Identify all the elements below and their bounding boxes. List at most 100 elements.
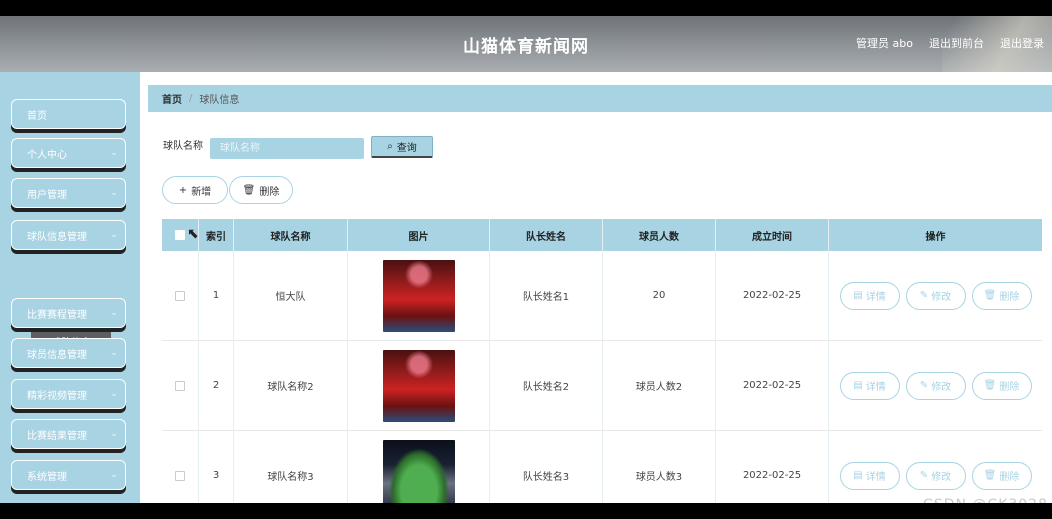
trash-icon: 🗑: [242, 184, 256, 196]
search-label: 球队名称: [163, 141, 203, 152]
row-players: 球员人数2: [603, 341, 716, 430]
sidebar-item-label: 精彩视频管理: [27, 390, 87, 402]
row-index: 2: [199, 341, 234, 430]
row-image-cell: [348, 341, 490, 430]
add-button[interactable]: + 新增: [162, 176, 228, 204]
sidebar: 首页 个人中心 ⌄ 用户管理 ⌄ 球队信息管理 ⌄ 球队信息 比赛赛程管理 ⌄ …: [0, 72, 140, 503]
sidebar-item-label: 球员信息管理: [27, 349, 87, 361]
sidebar-item-system-management[interactable]: 系统管理 ⌄: [11, 460, 126, 490]
header-players: 球员人数: [603, 219, 716, 251]
document-icon: ▤: [853, 380, 863, 391]
detail-label: 详情: [865, 382, 886, 393]
row-founded: 2022-02-25: [716, 251, 829, 340]
row-delete-button[interactable]: 🗑 删除: [971, 281, 1032, 310]
edit-icon: ✎: [919, 380, 929, 391]
chevron-down-icon: ⌄: [110, 348, 118, 358]
sidebar-item-player-info[interactable]: 球员信息管理 ⌄: [11, 338, 126, 368]
team-table: 索引 球队名称 图片 队长姓名 球员人数 成立时间 操作 1 恒大队 队长姓名1…: [162, 219, 1042, 519]
sidebar-item-match-results[interactable]: 比赛结果管理 ⌄: [11, 419, 126, 449]
logout-link[interactable]: 退出登录: [1000, 35, 1044, 51]
edit-button[interactable]: ✎ 修改: [905, 281, 966, 310]
edit-button[interactable]: ✎ 修改: [905, 461, 966, 490]
edit-label: 修改: [931, 472, 952, 483]
chevron-down-icon: ⌄: [110, 429, 118, 439]
sidebar-item-personal-center[interactable]: 个人中心 ⌄: [11, 138, 126, 168]
row-image-cell: [348, 251, 490, 340]
chevron-down-icon: ⌄: [110, 230, 118, 240]
row-captain: 队长姓名2: [490, 341, 603, 430]
sidebar-item-match-schedule[interactable]: 比赛赛程管理 ⌄: [11, 298, 126, 328]
row-index: 1: [199, 251, 234, 340]
detail-label: 详情: [865, 472, 886, 483]
delete-button-label: 删除: [259, 186, 280, 198]
select-all-checkbox[interactable]: [175, 230, 185, 240]
header-team-name: 球队名称: [234, 219, 348, 251]
delete-label: 删除: [999, 472, 1020, 483]
chevron-down-icon: ⌄: [110, 389, 118, 399]
edit-icon: ✎: [919, 470, 929, 481]
row-founded: 2022-02-25: [716, 341, 829, 430]
search-input[interactable]: [210, 138, 364, 159]
row-checkbox[interactable]: [175, 380, 185, 391]
breadcrumb-current: 球队信息: [199, 95, 240, 106]
chevron-down-icon: ⌄: [110, 470, 118, 480]
detail-button[interactable]: ▤ 详情: [839, 461, 900, 490]
row-actions: ▤ 详情 ✎ 修改 🗑 删除: [829, 251, 1042, 340]
breadcrumb-separator: /: [189, 93, 193, 104]
sidebar-item-label: 球队信息管理: [27, 231, 87, 243]
breadcrumb-home[interactable]: 首页: [162, 91, 182, 106]
header-image: 图片: [348, 219, 490, 251]
edit-label: 修改: [931, 382, 952, 393]
delete-button[interactable]: 🗑 删除: [229, 176, 293, 204]
table-header: 索引 球队名称 图片 队长姓名 球员人数 成立时间 操作: [162, 219, 1042, 251]
sidebar-item-label: 比赛赛程管理: [27, 309, 87, 321]
edit-icon: ✎: [919, 290, 929, 301]
edit-label: 修改: [931, 292, 952, 303]
header-founded: 成立时间: [716, 219, 829, 251]
sidebar-item-user-management[interactable]: 用户管理 ⌄: [11, 178, 126, 208]
chevron-down-icon: ⌄: [110, 308, 118, 318]
row-players: 20: [603, 251, 716, 340]
breadcrumb: 首页 / 球队信息: [148, 85, 1052, 112]
team-image[interactable]: [382, 259, 455, 332]
search-button[interactable]: ⌕ 查询: [371, 136, 433, 158]
team-image[interactable]: [382, 439, 455, 512]
row-actions: ▤ 详情 ✎ 修改 🗑 删除: [829, 341, 1042, 430]
row-checkbox[interactable]: [175, 290, 185, 301]
sidebar-item-label: 系统管理: [27, 471, 67, 483]
sidebar-item-label: 首页: [27, 110, 47, 122]
trash-icon: 🗑: [983, 470, 997, 481]
row-delete-button[interactable]: 🗑 删除: [971, 371, 1032, 400]
sidebar-item-home[interactable]: 首页: [11, 99, 126, 129]
team-image[interactable]: [382, 349, 455, 422]
trash-icon: 🗑: [983, 380, 997, 391]
bottom-black-bar: [0, 503, 1052, 519]
add-button-label: 新增: [191, 186, 212, 198]
header-actions: 操作: [925, 231, 946, 243]
sidebar-item-team-info-management[interactable]: 球队信息管理 ⌄: [11, 220, 126, 250]
delete-label: 删除: [999, 382, 1020, 393]
chevron-down-icon: ⌄: [110, 148, 118, 158]
row-delete-button[interactable]: 🗑 删除: [971, 461, 1032, 490]
chevron-down-icon: ⌄: [110, 188, 118, 198]
mouse-cursor-icon: ⬉: [187, 226, 199, 242]
document-icon: ▤: [853, 290, 863, 301]
detail-label: 详情: [865, 292, 886, 303]
header: 山猫体育新闻网 管理员 abo 退出到前台 退出登录: [0, 16, 1052, 72]
row-captain: 队长姓名1: [490, 251, 603, 340]
row-team-name: 恒大队: [234, 251, 348, 340]
edit-button[interactable]: ✎ 修改: [905, 371, 966, 400]
row-checkbox[interactable]: [175, 470, 185, 481]
sidebar-item-video-management[interactable]: 精彩视频管理 ⌄: [11, 379, 126, 409]
detail-button[interactable]: ▤ 详情: [839, 371, 900, 400]
back-to-front-link[interactable]: 退出到前台: [929, 35, 984, 51]
detail-button[interactable]: ▤ 详情: [839, 281, 900, 310]
top-black-bar: [0, 0, 1052, 16]
table-row: 2 球队名称2 队长姓名2 球员人数2 2022-02-25 ▤ 详情 ✎ 修改 🗑…: [162, 341, 1042, 431]
plus-icon: +: [178, 184, 188, 196]
table-row: 1 恒大队 队长姓名1 20 2022-02-25 ▤ 详情 ✎ 修改 🗑 删除: [162, 251, 1042, 341]
row-select-cell: [162, 341, 199, 430]
main-content: 首页 / 球队信息 球队名称 ⌕ 查询 + 新增 🗑 删除 索引 球队名称 图片…: [140, 72, 1052, 519]
document-icon: ▤: [853, 470, 863, 481]
sidebar-item-label: 用户管理: [27, 189, 67, 201]
